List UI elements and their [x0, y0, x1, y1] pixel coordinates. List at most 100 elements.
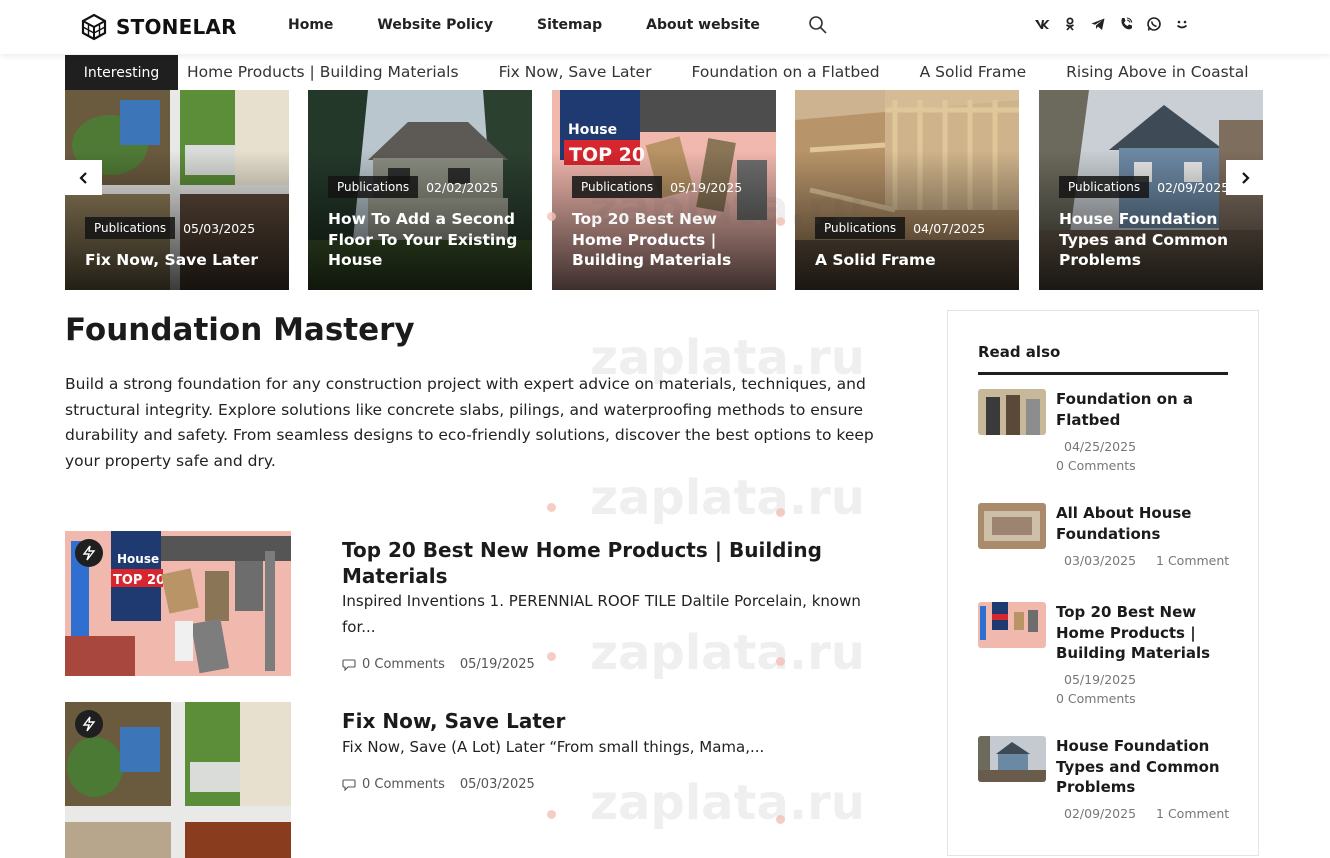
sidebar-thumbnail[interactable]	[978, 503, 1046, 549]
post-comments[interactable]: 0 Comments	[362, 777, 445, 792]
sidebar-item-title[interactable]: House Foundation Types and Common Proble…	[1056, 736, 1231, 798]
post-excerpt: Fix Now, Save (A Lot) Later “From small …	[342, 738, 765, 756]
sidebar-thumbnail[interactable]	[978, 602, 1046, 648]
ticker-item[interactable]: Home Products | Building Materials	[187, 63, 459, 81]
category-badge[interactable]: Publications	[85, 217, 176, 239]
watermark-dot	[547, 810, 556, 819]
ticker-item[interactable]: Fix Now, Save Later	[499, 63, 652, 81]
card-date: 05/19/2025	[670, 179, 743, 195]
card-title[interactable]: House Foundation Types and Common Proble…	[1059, 209, 1249, 271]
page-title: Foundation Mastery	[65, 312, 415, 348]
category-badge[interactable]: Publications	[572, 176, 663, 198]
slider-next-button[interactable]	[1226, 160, 1263, 195]
sidebar-item-meta: 03/03/2025 1 Comment	[1056, 551, 1229, 570]
chevron-left-icon	[78, 171, 87, 184]
ticker-item[interactable]: Rising Above in Coastal	[1066, 63, 1248, 81]
nav-website-policy[interactable]: Website Policy	[377, 17, 493, 33]
slider-card[interactable]: Publications 04/07/2025 A Solid Frame	[795, 90, 1019, 290]
card-meta: Publications 02/09/2025	[1059, 176, 1229, 198]
sidebar-item-date: 03/03/2025	[1064, 553, 1137, 568]
post-title[interactable]: Top 20 Best New Home Products | Building…	[342, 537, 862, 589]
odnoklassniki-icon[interactable]	[1062, 16, 1078, 32]
bolt-icon	[75, 539, 103, 567]
ticker-label: Interesting	[65, 55, 178, 90]
thumb-house-text: House	[117, 552, 159, 566]
site-header: STONELAR Home Website Policy Sitemap Abo…	[0, 0, 1330, 54]
post-date: 05/19/2025	[459, 657, 535, 672]
sidebar-title: Read also	[978, 343, 1061, 361]
slider-prev-button[interactable]	[65, 160, 102, 195]
main-nav: Home Website Policy Sitemap About websit…	[288, 17, 804, 33]
search-icon[interactable]	[808, 15, 828, 35]
comment-icon	[342, 658, 356, 671]
news-ticker: Interesting Home Products | Building Mat…	[65, 55, 1263, 90]
sidebar-item-title[interactable]: All About House Foundations	[1056, 503, 1231, 544]
whatsapp-icon[interactable]	[1146, 16, 1162, 32]
post-thumbnail[interactable]: House TOP 20	[65, 531, 291, 676]
watermark-dot	[776, 657, 785, 666]
card-meta: Publications 04/07/2025	[815, 217, 985, 239]
watermark-dot	[776, 815, 785, 824]
page-description: Build a strong foundation for any constr…	[65, 375, 874, 471]
featured-slider: Publications 05/03/2025 Fix Now, Save La…	[65, 90, 1263, 290]
sidebar-item-meta: 04/25/2025 0 Comments	[1056, 437, 1136, 475]
post-thumbnail[interactable]	[65, 702, 291, 858]
card-title[interactable]: Top 20 Best New Home Products | Building…	[572, 209, 762, 271]
sidebar-item-date: 02/09/2025	[1064, 806, 1137, 821]
sidebar-divider	[978, 372, 1228, 375]
sidebar-item-meta: 02/09/2025 1 Comment	[1056, 804, 1229, 823]
nav-about-website[interactable]: About website	[646, 17, 760, 33]
cube-logo-icon	[81, 13, 107, 41]
chevron-right-icon	[1241, 171, 1250, 184]
card-title[interactable]: Fix Now, Save Later	[85, 250, 275, 271]
post-meta: 0 Comments 05/19/2025	[342, 657, 535, 672]
sidebar-thumbnail[interactable]	[978, 736, 1046, 782]
sidebar-item-comments[interactable]: 0 Comments	[1056, 456, 1136, 475]
post-excerpt: Inspired Inventions 1. PERENNIAL ROOF TI…	[342, 592, 861, 636]
card-meta: Publications 05/03/2025	[85, 217, 255, 239]
sidebar-item-title[interactable]: Top 20 Best New Home Products | Building…	[1056, 602, 1231, 664]
logo-text: STONELAR	[116, 15, 237, 39]
post-date: 05/03/2025	[459, 777, 535, 792]
category-badge[interactable]: Publications	[1059, 176, 1150, 198]
sidebar-item-date: 04/25/2025	[1064, 439, 1137, 454]
mail-ru-icon[interactable]	[1174, 16, 1190, 32]
slider-card[interactable]: Publications 02/02/2025 How To Add a Sec…	[308, 90, 532, 290]
card-meta: Publications 05/19/2025	[572, 176, 742, 198]
post-title[interactable]: Fix Now, Save Later	[342, 708, 862, 734]
card-meta: Publications 02/02/2025	[328, 176, 498, 198]
ticker-item[interactable]: Foundation on a Flatbed	[691, 63, 879, 81]
nav-home[interactable]: Home	[288, 17, 333, 33]
sidebar-item-comments[interactable]: 1 Comment	[1156, 804, 1229, 823]
read-also-sidebar: Read also Foundation on a Flatbed 04/25/…	[947, 310, 1259, 856]
slider-card[interactable]: House TOP 20 Publications 05/19/2025 Top…	[552, 90, 776, 290]
card-title[interactable]: How To Add a Second Floor To Your Existi…	[328, 209, 518, 271]
card-house-text: House	[568, 122, 617, 138]
sidebar-item-comments[interactable]: 0 Comments	[1056, 689, 1136, 708]
post-comments[interactable]: 0 Comments	[362, 657, 445, 672]
post-meta: 0 Comments 05/03/2025	[342, 777, 535, 792]
nav-sitemap[interactable]: Sitemap	[537, 17, 602, 33]
sidebar-item-date: 05/19/2025	[1064, 672, 1137, 687]
site-logo[interactable]: STONELAR	[80, 13, 237, 41]
card-date: 05/03/2025	[183, 220, 256, 236]
category-badge[interactable]: Publications	[328, 176, 419, 198]
sidebar-thumbnail[interactable]	[978, 389, 1046, 435]
card-title[interactable]: A Solid Frame	[815, 250, 1005, 271]
sidebar-item-title[interactable]: Foundation on a Flatbed	[1056, 389, 1231, 430]
comment-icon	[342, 778, 356, 791]
card-date: 02/09/2025	[1157, 179, 1230, 195]
watermark-text: zaplata.ru	[590, 470, 865, 526]
card-date: 02/02/2025	[426, 179, 499, 195]
social-links	[1034, 16, 1190, 32]
card-date: 04/07/2025	[913, 220, 986, 236]
ticker-item[interactable]: A Solid Frame	[920, 63, 1027, 81]
category-badge[interactable]: Publications	[815, 217, 906, 239]
viber-icon[interactable]	[1118, 16, 1134, 32]
ticker-track: Home Products | Building Materials Fix N…	[187, 63, 1263, 81]
sidebar-item-meta: 05/19/2025 0 Comments	[1056, 670, 1136, 708]
sidebar-item-comments[interactable]: 1 Comment	[1156, 551, 1229, 570]
vk-icon[interactable]	[1034, 16, 1050, 32]
telegram-icon[interactable]	[1090, 16, 1106, 32]
watermark-dot	[547, 652, 556, 661]
